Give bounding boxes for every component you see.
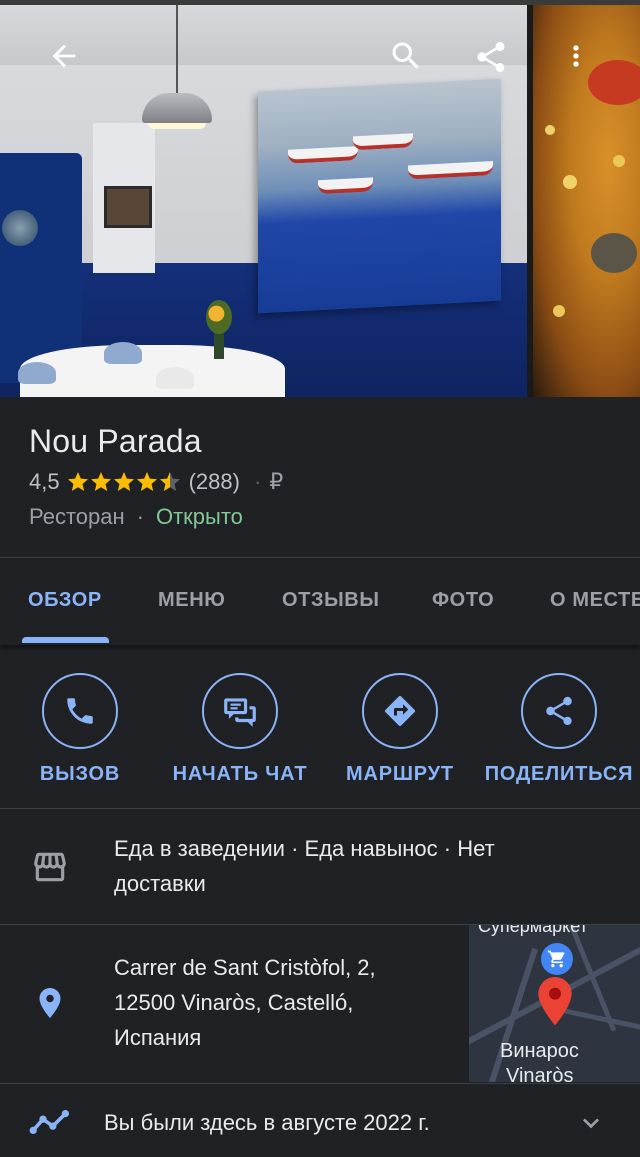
search-button[interactable] (384, 34, 428, 78)
separator-dot: · (136, 504, 144, 529)
star-full-icon (136, 472, 157, 491)
directions-button[interactable]: МАРШРУТ (340, 673, 460, 786)
timeline-icon (28, 1106, 72, 1138)
share-place-button[interactable]: ПОДЕЛИТЬСЯ (483, 673, 635, 786)
photo-gallery[interactable] (0, 0, 640, 397)
storefront-icon (30, 849, 70, 885)
chevron-down-icon[interactable] (574, 1108, 608, 1138)
star-half-icon (159, 472, 180, 491)
share-icon (546, 696, 572, 726)
map-pin-icon (535, 977, 575, 1027)
map-thumbnail[interactable]: Супермаркет Винарос Vinaròs (469, 925, 640, 1082)
start-chat-button-label: НАЧАТЬ ЧАТ (172, 763, 308, 785)
action-buttons: ВЫЗОВ НАЧАТЬ ЧАТ МАРШРУТ ПОДЕЛИТЬСЯ (0, 645, 640, 809)
directions-icon (384, 695, 416, 727)
tab-photos[interactable]: ФОТО (432, 589, 494, 612)
place-title: Nou Parada (29, 423, 202, 459)
tab-reviews[interactable]: ОТЗЫВЫ (282, 589, 380, 612)
tab-about[interactable]: О МЕСТЕ (550, 589, 640, 612)
start-chat-button[interactable]: НАЧАТЬ ЧАТ (168, 673, 312, 786)
tab-menu[interactable]: МЕНЮ (158, 589, 225, 612)
pendant-lamp (142, 93, 212, 123)
category-label: Ресторан (29, 504, 125, 529)
service-options-text: Еда в заведении · Еда навынос · Нет дост… (114, 836, 495, 896)
map-label-city: Винарос (500, 1040, 579, 1062)
star-full-icon (90, 472, 111, 491)
share-button[interactable] (468, 34, 514, 80)
share-icon (477, 41, 505, 72)
search-icon (392, 42, 419, 69)
open-status[interactable]: Открыто (156, 504, 243, 530)
active-tab-indicator (22, 637, 109, 643)
status-bar-strip (0, 0, 640, 5)
more-options-button[interactable] (560, 34, 592, 78)
rating-stars (66, 470, 181, 494)
visited-text: Вы были здесь в августе 2022 г. (104, 1110, 430, 1135)
tab-overview[interactable]: ОБЗОР (28, 589, 102, 612)
service-options-row[interactable]: Еда в заведении · Еда навынос · Нет дост… (0, 809, 640, 925)
call-button[interactable]: ВЫЗОВ (40, 673, 120, 786)
directions-button-label: МАРШРУТ (346, 763, 454, 785)
separator-dot: · (253, 469, 262, 494)
rating-value: 4,5 (29, 469, 60, 494)
location-pin-icon (32, 983, 68, 1023)
arrow-left-icon (52, 44, 76, 68)
call-button-label: ВЫЗОВ (39, 763, 121, 785)
category-row: Ресторан · Открыто (29, 504, 243, 530)
phone-icon (67, 698, 93, 724)
address-text: Carrer de Sant Cristòfol, 2, 12500 Vinar… (114, 955, 376, 1050)
chat-icon (224, 698, 256, 727)
price-level: ₽ (269, 469, 284, 494)
back-button[interactable] (42, 36, 86, 76)
shopping-cart-icon (541, 943, 573, 975)
share-place-button-label: ПОДЕЛИТЬСЯ (484, 763, 634, 785)
reviews-count: (288) (188, 469, 240, 494)
more-vert-icon (573, 45, 579, 67)
rating-row[interactable]: 4,5 (288) · ₽ (29, 468, 283, 496)
star-full-icon (113, 472, 134, 491)
star-full-icon (67, 472, 88, 491)
map-label-city-local: Vinaròs (506, 1065, 574, 1082)
visited-history-row[interactable]: Вы были здесь в августе 2022 г. (0, 1083, 640, 1157)
boat-painting (258, 78, 501, 314)
map-label-supermarket: Супермаркет (478, 925, 588, 936)
tab-bar: ОБЗОР МЕНЮ ОТЗЫВЫ ФОТО О МЕСТЕ (0, 559, 640, 645)
